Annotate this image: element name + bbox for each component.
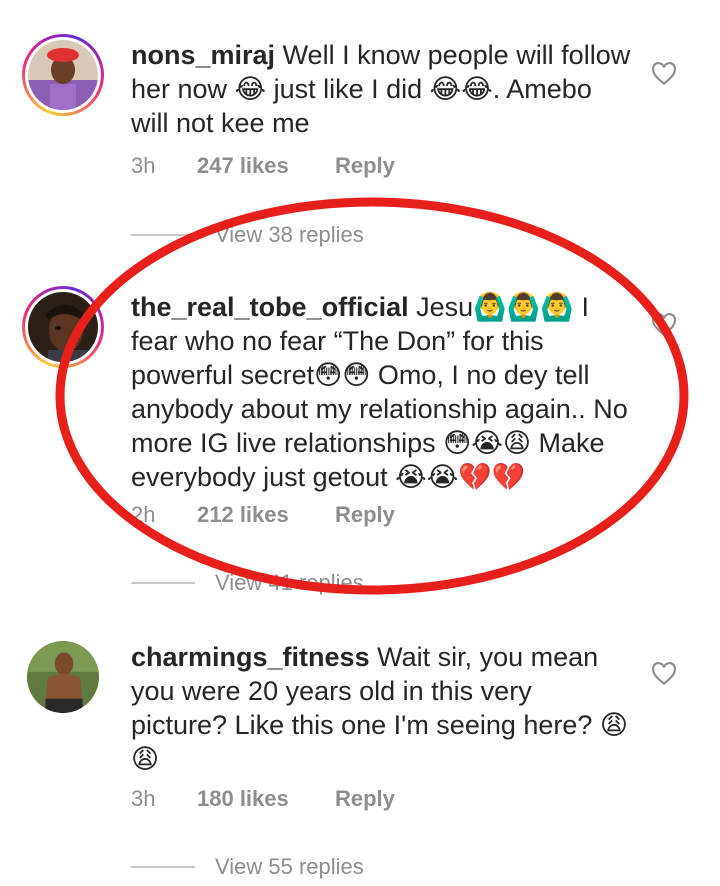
comment-meta: 3h 247 likes Reply (131, 153, 395, 179)
comment-likes[interactable]: 180 likes (197, 786, 335, 812)
comment-meta: 2h 212 likes Reply (131, 502, 395, 528)
replies-divider (131, 866, 195, 868)
comment-text: nons_miraj Well I know people will follo… (131, 38, 631, 140)
view-replies-label: View 41 replies (215, 570, 364, 595)
comment-username[interactable]: nons_miraj (131, 40, 275, 70)
view-replies-button[interactable]: View 38 replies (131, 222, 364, 248)
comment-text: charmings_fitness Wait sir, you mean you… (131, 640, 631, 776)
replies-divider (131, 234, 195, 236)
comment-time: 3h (131, 786, 156, 811)
avatar[interactable] (22, 34, 104, 116)
view-replies-label: View 38 replies (215, 222, 364, 247)
comment-time: 2h (131, 502, 156, 527)
comment-time: 3h (131, 153, 156, 178)
comment-likes[interactable]: 247 likes (197, 153, 335, 179)
replies-divider (131, 582, 195, 584)
comment-likes[interactable]: 212 likes (197, 502, 335, 528)
heart-icon[interactable] (651, 661, 677, 687)
comment-meta: 3h 180 likes Reply (131, 786, 395, 812)
reply-button[interactable]: Reply (335, 502, 395, 528)
view-replies-button[interactable]: View 41 replies (131, 570, 364, 596)
heart-icon[interactable] (651, 61, 677, 87)
heart-icon[interactable] (651, 312, 677, 338)
view-replies-label: View 55 replies (215, 854, 364, 879)
reply-button[interactable]: Reply (335, 153, 395, 179)
comment-username[interactable]: charmings_fitness (131, 642, 370, 672)
comment-text: the_real_tobe_official Jesu🙆‍♂️🙆‍♂️🙆‍♂️ … (131, 290, 631, 494)
view-replies-button[interactable]: View 55 replies (131, 854, 364, 880)
comment-body: Jesu🙆‍♂️🙆‍♂️🙆‍♂️ I fear who no fear “The… (131, 292, 628, 492)
comment-username[interactable]: the_real_tobe_official (131, 292, 409, 322)
reply-button[interactable]: Reply (335, 786, 395, 812)
avatar[interactable] (22, 286, 104, 368)
avatar[interactable] (22, 636, 104, 718)
